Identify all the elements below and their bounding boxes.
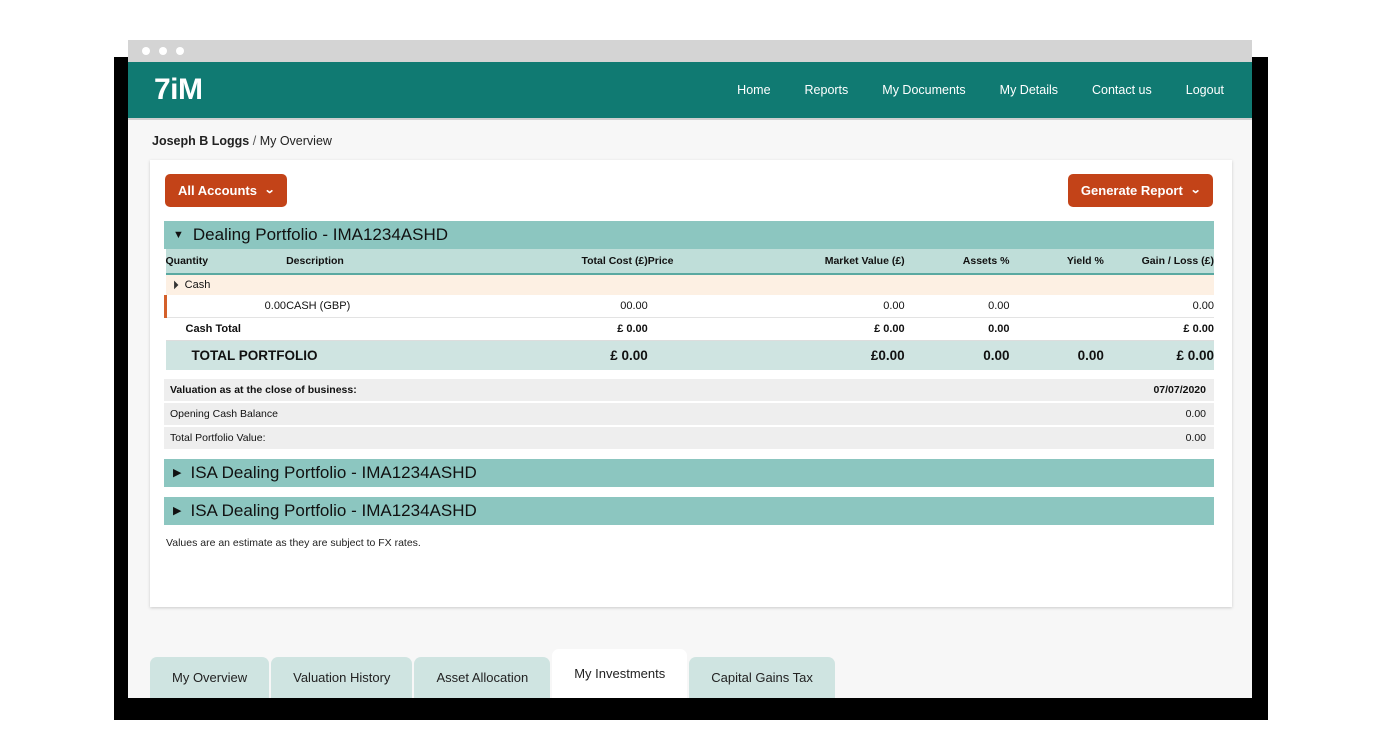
triangle-right-icon: ▶ [173,504,182,517]
subtotal-total-cost: £ 0.00 [617,323,648,335]
tab-valuation-history[interactable]: Valuation History [271,657,413,698]
tab-my-investments[interactable]: My Investments [552,649,688,698]
total-yield-pct: 0.00 [1077,348,1104,363]
subtotal-market-value: £ 0.00 [874,323,905,335]
summary-label: Valuation as at the close of business: [170,384,357,396]
fx-rates-note: Values are an estimate as they are subje… [166,537,421,549]
column-header-description[interactable]: Description [286,249,501,275]
section-title: Dealing Portfolio - IMA1234ASHD [192,225,449,244]
nav-item-contact-us[interactable]: Contact us [1092,83,1152,97]
subtotal-gain-loss: £ 0.00 [1183,323,1214,335]
total-price [648,341,742,371]
breadcrumb-user: Joseph B Loggs [152,134,250,148]
subtotal-row-cash: Cash Total £ 0.00 £ 0.00 0.00 £ 0.00 [165,317,1214,341]
cell-gain-loss: 0.00 [1192,300,1214,312]
all-accounts-label: All Accounts [178,183,257,198]
main-nav: Home Reports My Documents My Details Con… [737,83,1224,97]
summary-row-valuation-date: Valuation as at the close of business: 0… [164,379,1214,401]
tab-asset-allocation[interactable]: Asset Allocation [414,657,551,698]
total-market-value: £0.00 [870,348,905,363]
tab-my-overview[interactable]: My Overview [150,657,270,698]
minimize-dot[interactable] [159,47,167,55]
triangle-right-icon: ▶ [173,466,182,479]
summary-label: Opening Cash Balance [170,408,278,420]
generate-report-label: Generate Report [1080,183,1183,198]
group-label-wrap: ◢ Cash [166,279,1215,291]
browser-titlebar [128,40,1252,62]
brand-logo[interactable]: 7iM [154,75,203,105]
cell-market-value: 0.00 [883,300,905,312]
subtotal-description [286,318,501,341]
table-header-row: Quantity Description Total Cost (£) Pric… [165,249,1214,275]
tabbar: My Overview Valuation History Asset Allo… [150,649,835,698]
cell-quantity: 0.00 [164,295,287,318]
content-card: All Accounts ⌄ Generate Report ⌄ ▼ Deali… [150,160,1232,607]
summary-value: 0.00 [1185,408,1206,420]
total-assets-pct: 0.00 [983,348,1010,363]
close-dot[interactable] [142,47,150,55]
column-header-quantity[interactable]: Quantity [165,249,287,275]
cell-price [648,295,742,318]
summary-value: 0.00 [1185,432,1206,444]
summary-value: 07/07/2020 [1153,384,1206,396]
total-description [286,341,501,371]
triangle-collapse-icon[interactable]: ◢ [168,279,179,290]
total-total-cost: £ 0.00 [610,348,648,363]
group-row-cell: ◢ Cash [166,274,1215,295]
section-title: ISA Dealing Portfolio - IMA1234ASHD [190,463,477,482]
subtotal-yield-pct [1010,318,1104,341]
cell-assets-pct: 0.00 [988,300,1010,312]
triangle-down-icon: ▼ [173,228,184,241]
card-toolbar: All Accounts ⌄ Generate Report ⌄ [164,174,1214,207]
breadcrumb-separator: / [252,134,257,148]
breadcrumb: Joseph B Loggs / My Overview [128,120,1252,160]
chevron-down-icon: ⌄ [1189,184,1202,196]
cell-description: CASH (GBP) [286,300,351,312]
summary-row-total-portfolio-value: Total Portfolio Value: 0.00 [164,427,1214,449]
subtotal-assets-pct: 0.00 [988,323,1010,335]
column-header-price[interactable]: Price [647,249,743,275]
total-gain-loss: £ 0.00 [1176,348,1214,363]
table-body: ◢ Cash 0.00 CASH (GBP) 00.00 0.00 0.00 0… [164,274,1215,371]
maximize-dot[interactable] [176,47,184,55]
subtotal-label: Cash Total [185,323,241,335]
nav-item-my-details[interactable]: My Details [1000,83,1058,97]
summary-row-opening-cash-balance: Opening Cash Balance 0.00 [164,403,1214,425]
column-header-gain-loss[interactable]: Gain / Loss (£) [1103,249,1214,275]
cell-total-cost: 00.00 [620,300,648,312]
column-header-market-value[interactable]: Market Value (£) [742,249,905,275]
table-header: Quantity Description Total Cost (£) Pric… [165,249,1214,275]
tab-capital-gains-tax[interactable]: Capital Gains Tax [689,657,835,698]
breadcrumb-page[interactable]: My Overview [260,134,332,148]
total-portfolio-row: TOTAL PORTFOLIO £ 0.00 £0.00 0.00 0.00 £… [165,340,1214,371]
nav-item-logout[interactable]: Logout [1186,83,1224,97]
group-label: Cash [184,279,211,291]
section-header-isa-portfolio-1[interactable]: ▶ ISA Dealing Portfolio - IMA1234ASHD [164,459,1214,487]
column-header-assets-pct[interactable]: Assets % [904,249,1010,275]
summary-label: Total Portfolio Value: [170,432,266,444]
total-label: TOTAL PORTFOLIO [191,348,318,363]
section-title: ISA Dealing Portfolio - IMA1234ASHD [190,501,477,520]
table-row[interactable]: 0.00 CASH (GBP) 00.00 0.00 0.00 0.00 [164,295,1214,318]
nav-item-home[interactable]: Home [737,83,770,97]
section-header-isa-portfolio-2[interactable]: ▶ ISA Dealing Portfolio - IMA1234ASHD [164,497,1214,525]
holdings-table: Quantity Description Total Cost (£) Pric… [164,249,1214,370]
valuation-summary: Valuation as at the close of business: 0… [164,379,1214,449]
generate-report-button[interactable]: Generate Report ⌄ [1067,174,1213,207]
site-header: 7iM Home Reports My Documents My Details… [128,62,1252,120]
all-accounts-button[interactable]: All Accounts ⌄ [165,174,288,207]
subtotal-price [648,318,742,341]
group-row-cash[interactable]: ◢ Cash [165,274,1215,295]
browser-viewport: 7iM Home Reports My Documents My Details… [128,62,1252,698]
chevron-down-icon: ⌄ [263,184,276,196]
column-header-total-cost[interactable]: Total Cost (£) [501,249,648,275]
column-header-yield-pct[interactable]: Yield % [1009,249,1104,275]
section-header-dealing-portfolio[interactable]: ▼ Dealing Portfolio - IMA1234ASHD [164,221,1214,249]
nav-item-reports[interactable]: Reports [805,83,849,97]
nav-item-my-documents[interactable]: My Documents [882,83,965,97]
cell-yield-pct [1010,295,1104,318]
